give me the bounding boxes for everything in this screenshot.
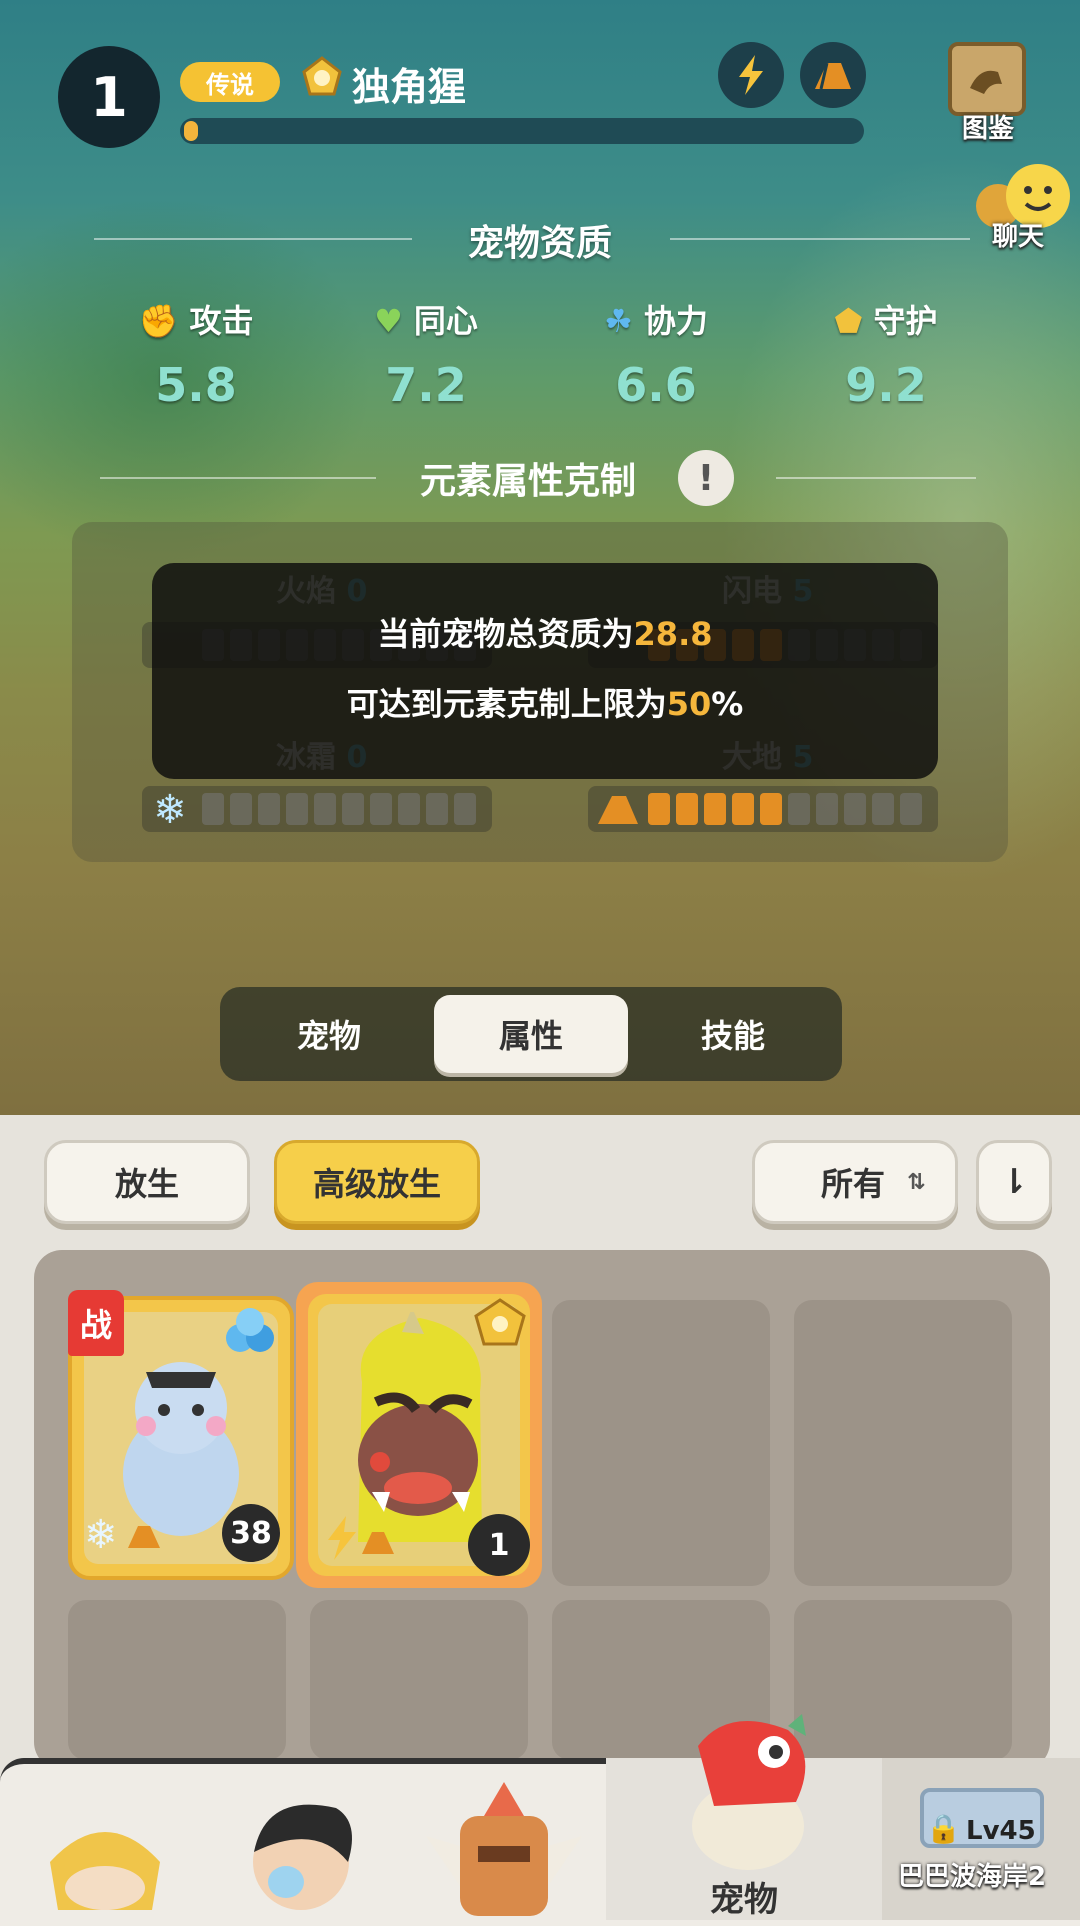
earth-icon (362, 1532, 394, 1554)
battle-tag: 战 (68, 1290, 124, 1356)
empty-slot (310, 1600, 528, 1760)
character-totem-icon (426, 1782, 582, 1916)
sort-icon: ⇂ (999, 1162, 1029, 1202)
guard-element-icon (302, 56, 342, 96)
guard-icon: ⬟ (834, 302, 863, 340)
nav-character-2[interactable] (236, 1782, 366, 1920)
nav-pet-label: 宠物 (710, 1880, 778, 1920)
divider (100, 477, 376, 479)
divider (776, 477, 976, 479)
nav-character-3[interactable] (420, 1776, 588, 1920)
stat-value: 9.2 (845, 358, 927, 412)
element-title: 元素属性克制 (420, 461, 637, 502)
snowflake-icon: ❄ (153, 787, 187, 833)
info-icon[interactable]: ! (678, 450, 734, 506)
nav-locked-area[interactable]: 🔒 Lv45 巴巴波海岸2 (882, 1758, 1080, 1920)
tab-pet[interactable]: 宠物 (232, 995, 426, 1073)
tooltip-line-limit: 可达到元素克制上限为50% (346, 685, 744, 723)
element-bar-ice (142, 786, 492, 832)
stat-value: 7.2 (385, 358, 467, 412)
nav-character-1[interactable] (30, 1792, 180, 1920)
snowflake-icon: ❄ (84, 1512, 118, 1558)
stat-teamwork: ☘ 协力 6.6 (536, 296, 776, 412)
lightning-icon (328, 1516, 356, 1560)
locked-area-name: 巴巴波海岸2 (898, 1862, 1047, 1892)
tooltip-line-total: 当前宠物总资质为28.8 (377, 615, 713, 653)
stat-attack: ✊ 攻击 5.8 (76, 296, 316, 412)
empty-slot (68, 1600, 286, 1760)
heart-icon: ♥ (374, 302, 403, 340)
stat-value: 6.6 (615, 358, 697, 412)
aptitude-title: 宠物资质 (467, 223, 612, 264)
rarity-badge: 传说 (180, 62, 280, 102)
release-button[interactable]: 放生 (44, 1140, 250, 1224)
sort-button[interactable]: ⇂ (976, 1140, 1052, 1224)
stat-guard: ⬟ 守护 9.2 (766, 296, 1006, 412)
earth-icon (815, 62, 851, 90)
lightning-icon (739, 55, 763, 95)
character-straw-hat-icon (50, 1832, 160, 1910)
pet-name: 独角猩 (352, 65, 467, 109)
stat-heart: ♥ 同心 7.2 (306, 296, 546, 412)
teamwork-icon (226, 1308, 274, 1352)
advanced-release-button[interactable]: 高级放生 (274, 1140, 480, 1224)
codex-button[interactable]: 图鉴 (940, 38, 1036, 144)
empty-slot (794, 1300, 1012, 1586)
earth-icon (128, 1526, 160, 1548)
tab-skills[interactable]: 技能 (636, 995, 830, 1073)
codex-label: 图鉴 (962, 114, 1015, 144)
empty-slot (552, 1300, 770, 1586)
locked-level: Lv45 (966, 1816, 1036, 1846)
earth-element-button[interactable] (800, 42, 866, 108)
aptitude-tooltip: 当前宠物总资质为28.8 可达到元素克制上限为50% (152, 563, 938, 779)
guard-icon (474, 1298, 526, 1346)
lightning-element-button[interactable] (718, 42, 784, 108)
tab-attributes[interactable]: 属性 (434, 995, 628, 1073)
character-boy-icon (253, 1804, 352, 1910)
pet-dino-icon (692, 1714, 806, 1870)
sort-arrows-icon: ⇅ (907, 1169, 926, 1195)
tab-bar: 宠物 属性 技能 (220, 987, 842, 1081)
teamwork-icon: ☘ (604, 302, 633, 340)
earth-icon (598, 796, 638, 824)
xp-progress-fill (184, 121, 198, 141)
pet-level-badge: 38 (222, 1504, 280, 1562)
attack-icon: ✊ (138, 302, 179, 340)
xp-progress-bar (180, 118, 864, 144)
pet-level-badge: 1 (468, 1514, 530, 1576)
lock-icon: 🔒 (926, 1812, 961, 1845)
stat-value: 5.8 (155, 358, 237, 412)
pet-level-badge: 1 (58, 46, 160, 148)
filter-dropdown[interactable]: 所有 ⇅ (752, 1140, 958, 1224)
